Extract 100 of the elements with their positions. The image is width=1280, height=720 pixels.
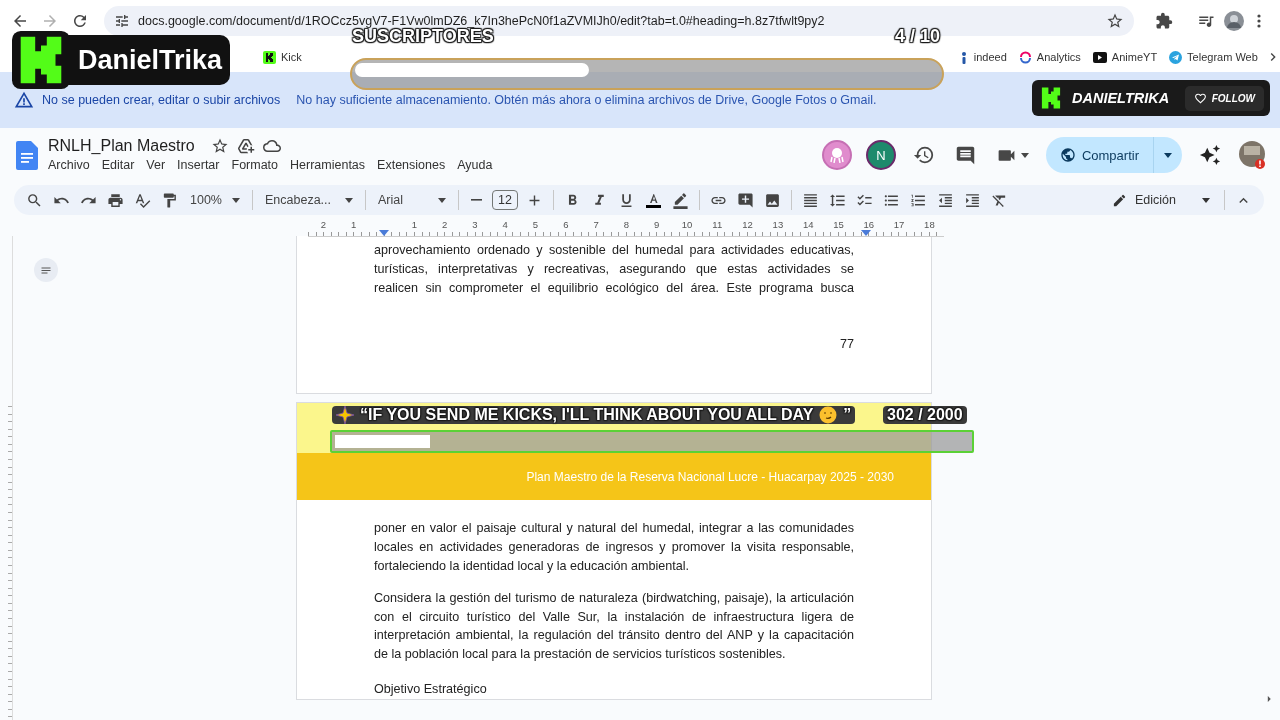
ruler-number: 4 xyxy=(502,219,508,230)
forward-icon xyxy=(41,12,59,30)
page-number: 77 xyxy=(839,337,854,352)
follow-button[interactable]: FOLLOW xyxy=(1184,85,1264,111)
page-header: Plan Maestro de la Reserva Nacional Lucre - Huacarpay 2025 - 2030 xyxy=(297,453,931,501)
ruler-number: 8 xyxy=(623,219,630,230)
search-icon xyxy=(26,191,43,209)
ruler-number: 18 xyxy=(924,219,935,230)
analytics-icon xyxy=(1018,50,1032,64)
mode-dropdown[interactable]: Edición xyxy=(1106,191,1216,209)
caret-icon xyxy=(438,197,446,203)
share-button[interactable]: Compartir xyxy=(1045,137,1182,173)
goal-count: 302 / 2000 xyxy=(883,406,967,424)
ruler-number: 12 xyxy=(742,219,753,230)
menu-item[interactable]: Ver xyxy=(140,157,172,173)
paragraph-line: aprovechamiento ordenado y sostenible del humedal para actividades educativas, xyxy=(374,242,854,259)
warning-icon xyxy=(14,90,34,110)
avatar-initial: N xyxy=(876,147,886,163)
quote-mark: ” xyxy=(843,406,852,424)
ruler-number: 17 xyxy=(893,219,905,230)
ruler-number: 2 xyxy=(320,219,327,230)
menu-item[interactable]: Archivo xyxy=(42,157,96,173)
decrease-indent-icon xyxy=(936,191,954,209)
font-size-field[interactable]: 12 xyxy=(492,190,518,210)
ruler-number: 14 xyxy=(802,219,814,230)
paragraph-line: interpretación ambiental, la regulación del tránsito dentro del ANP y la capacitación xyxy=(374,627,854,645)
reload-icon xyxy=(71,12,89,30)
url-text: docs.google.com/document/d/1ROCcz5vgV7-F1Vw0lmDZ6_k7In3hePcN0f1aZVMIJh0/edit?tab=t.0#heading=h.8z7tfwlt9py2 xyxy=(138,14,826,28)
heart-icon xyxy=(1193,91,1207,105)
globe-icon xyxy=(1059,147,1076,163)
document-title: RNLH_Plan Maestro xyxy=(48,137,195,155)
minus-icon xyxy=(471,199,482,201)
sparkle-icon xyxy=(336,406,354,424)
menu-item[interactable]: Insertar xyxy=(171,157,226,173)
ruler-number: 9 xyxy=(654,219,660,230)
highlight-icon xyxy=(671,191,689,209)
ruler-number: 7 xyxy=(593,219,599,230)
comment-icon xyxy=(954,144,976,166)
image-icon xyxy=(763,191,781,209)
ruler-number: 6 xyxy=(563,219,569,230)
banner-title: No se pueden crear, editar o subir archivos xyxy=(42,93,281,107)
caret-icon xyxy=(1020,152,1029,158)
paragraph-line: locales en actividades generadoras de ingresos y promover la visita responsable, xyxy=(374,539,854,557)
history-icon xyxy=(912,144,935,166)
caret-icon xyxy=(1202,197,1210,203)
menu-item[interactable]: Extensiones xyxy=(371,157,452,173)
paint-format-icon xyxy=(161,191,178,209)
ruler-number: 13 xyxy=(772,219,784,230)
spellcheck-icon xyxy=(134,191,151,209)
paragraph-line: fortaleciendo la identidad local y la educación ambiental. xyxy=(374,558,691,575)
text-color-icon xyxy=(644,191,662,209)
align-icon xyxy=(801,191,819,209)
star-icon xyxy=(210,137,229,155)
menu-icon xyxy=(1257,14,1261,28)
profile-avatar xyxy=(1238,140,1266,170)
zoom-dropdown[interactable]: 100% xyxy=(186,191,244,209)
paragraph-line: con el circuito turístico del Valle Sur, la instalación de infraestructura ligera de xyxy=(374,608,854,626)
bookmark-link[interactable]: indeed xyxy=(953,47,1012,67)
smirk-emoji-icon xyxy=(819,406,838,424)
bookmark-link[interactable]: Analytics xyxy=(1013,47,1086,67)
ruler-number: 10 xyxy=(681,219,693,230)
increase-indent-icon xyxy=(963,191,981,209)
puzzle-icon xyxy=(1155,12,1173,30)
bookmark-link[interactable]: Kick xyxy=(258,47,307,67)
cloud-icon xyxy=(262,137,281,155)
caret-icon xyxy=(232,197,240,203)
style-dropdown[interactable]: Encabeza... xyxy=(261,191,357,209)
banner-message: No hay suficiente almacenamiento. Obtén más ahora o elimina archivos de Drive, Google Fotos o Gmail. xyxy=(296,93,877,107)
goal-slogan: “IF YOU SEND ME KICKS, I'LL THINK ABOUT YOU ALL DAY xyxy=(360,406,814,424)
ruler-number: 1 xyxy=(411,219,417,230)
ruler-number: 1 xyxy=(351,219,357,230)
paragraph-line: Considera la gestión del turismo de naturaleza (birdwatching, paisaje), la articulación xyxy=(374,589,854,607)
ruler-number: 11 xyxy=(712,219,723,230)
octopus-icon xyxy=(829,147,844,163)
print-icon xyxy=(107,191,124,209)
bookmark-link[interactable]: Telegram Web xyxy=(1164,47,1263,67)
bookmark-link[interactable]: AnimeYT xyxy=(1087,48,1163,66)
menu-item[interactable]: Ayuda xyxy=(451,157,499,173)
play-icon xyxy=(1092,51,1107,63)
font-dropdown[interactable]: Arial xyxy=(374,191,450,209)
menu-item[interactable]: Herramientas xyxy=(284,157,372,173)
caret-icon xyxy=(345,197,353,203)
menu-item[interactable]: Editar xyxy=(95,157,141,173)
docs-logo-icon xyxy=(16,140,38,170)
channel-name: DANIELTRIKA xyxy=(1072,90,1170,106)
ruler-number: 15 xyxy=(833,219,844,230)
channel-name: DanielTrika xyxy=(78,44,223,76)
menu-item[interactable]: Formato xyxy=(225,157,285,173)
ruler-number: 16 xyxy=(863,219,875,230)
section-heading: Objetivo Estratégico xyxy=(374,680,488,698)
kick-logo-icon xyxy=(263,50,276,64)
pencil-icon xyxy=(1112,192,1127,208)
profile-avatar xyxy=(1224,11,1244,31)
paragraph-line: turísticas, interpretativas y recreativas, asegurando que estas actividades se xyxy=(374,260,854,278)
sparkle-icon xyxy=(1199,144,1221,166)
paragraph-line: poner en valor el paisaje cultural y natural del humedal, integrar a las comunidades xyxy=(374,520,854,538)
ruler-number: 5 xyxy=(532,219,539,230)
caret-icon xyxy=(1164,152,1172,158)
ruler-number: 2 xyxy=(441,219,448,230)
ruler-number: 3 xyxy=(472,219,478,230)
